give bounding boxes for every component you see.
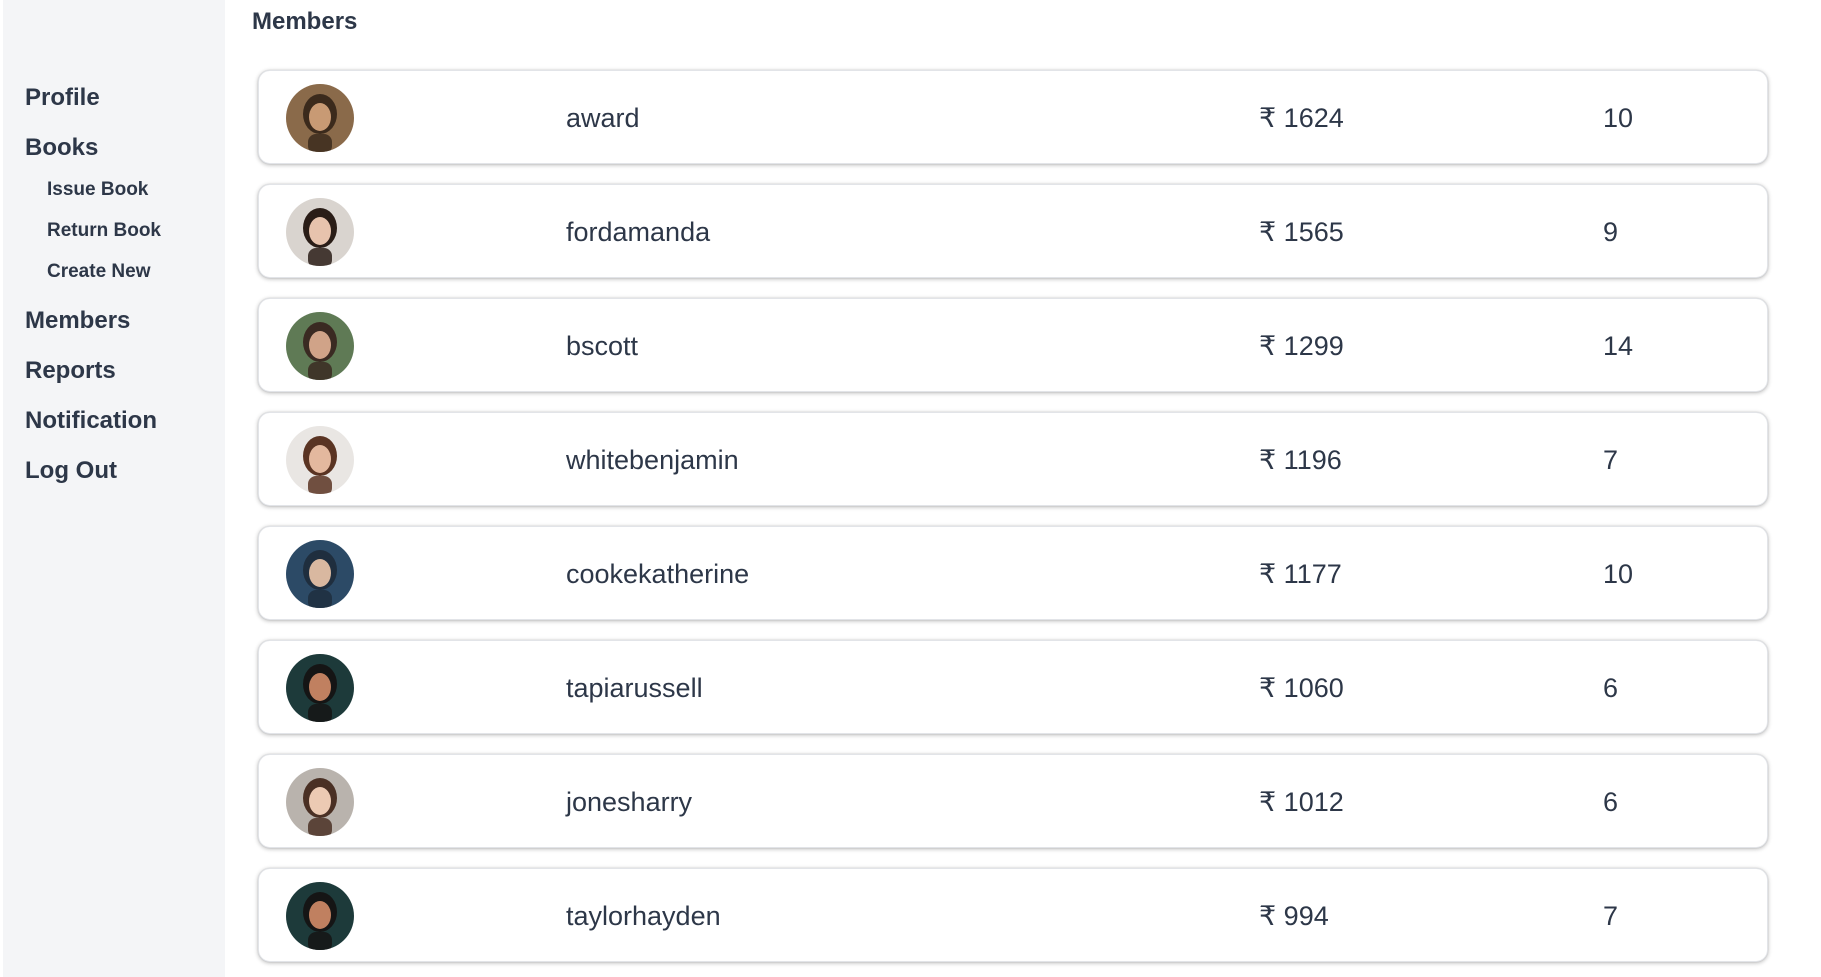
sidebar-item-create-new[interactable]: Create New: [25, 254, 215, 295]
sidebar-item-profile[interactable]: Profile: [25, 80, 215, 130]
member-name: tapiarussell: [566, 673, 703, 703]
member-fine-amount: ₹ 1565: [1259, 217, 1344, 247]
member-book-count: 7: [1603, 901, 1619, 931]
member-fine-amount: ₹ 1196: [1259, 445, 1342, 475]
avatar-woman-curly-hair: [286, 312, 354, 380]
avatar-man-beard: [286, 84, 354, 152]
member-book-count: 10: [1603, 559, 1634, 589]
member-fine-amount: ₹ 1624: [1259, 103, 1344, 133]
sidebar-item-log-out[interactable]: Log Out: [25, 453, 215, 503]
main-content: Members award ₹ 1624 10 fordamanda ₹ 1565 9 bs…: [252, 0, 1782, 977]
member-book-count: 6: [1603, 673, 1619, 703]
member-fine-amount: ₹ 1299: [1259, 331, 1344, 361]
books-submenu: Issue Book Return Book Create New: [25, 172, 215, 295]
sidebar-nav: Profile Books Issue Book Return Book Cre…: [25, 80, 215, 503]
member-name: award: [566, 103, 640, 133]
member-list: award ₹ 1624 10 fordamanda ₹ 1565 9 bscott ₹ 12…: [258, 70, 1768, 977]
member-card[interactable]: cookekatherine ₹ 1177 10: [258, 526, 1768, 620]
sidebar-item-reports[interactable]: Reports: [25, 353, 215, 403]
member-name: whitebenjamin: [566, 445, 739, 475]
avatar-woman-brown-hair: [286, 426, 354, 494]
member-name: bscott: [566, 331, 639, 361]
member-book-count: 6: [1603, 787, 1619, 817]
member-book-count: 10: [1603, 103, 1634, 133]
member-name: cookekatherine: [566, 559, 750, 589]
sidebar: Profile Books Issue Book Return Book Cre…: [3, 0, 225, 977]
page-title: Members: [252, 8, 358, 35]
member-book-count: 7: [1603, 445, 1619, 475]
avatar-man-shaved: [286, 540, 354, 608]
member-fine-amount: ₹ 1060: [1259, 673, 1344, 703]
member-card[interactable]: taylorhayden ₹ 994 7: [258, 868, 1768, 962]
member-fine-amount: ₹ 1012: [1259, 787, 1344, 817]
avatar-man-sunglasses: [286, 654, 354, 722]
member-name: jonesharry: [566, 787, 693, 817]
member-card[interactable]: fordamanda ₹ 1565 9: [258, 184, 1768, 278]
sidebar-item-issue-book[interactable]: Issue Book: [25, 172, 215, 213]
member-fine-amount: ₹ 1177: [1259, 559, 1342, 589]
sidebar-item-members[interactable]: Members: [25, 303, 215, 353]
avatar-woman-dark-hair: [286, 198, 354, 266]
member-card[interactable]: jonesharry ₹ 1012 6: [258, 754, 1768, 848]
avatar-woman-smiling: [286, 768, 354, 836]
member-fine-amount: ₹ 994: [1259, 901, 1329, 931]
sidebar-item-return-book[interactable]: Return Book: [25, 213, 215, 254]
member-name: fordamanda: [566, 217, 711, 247]
sidebar-item-notification[interactable]: Notification: [25, 403, 215, 453]
member-card[interactable]: tapiarussell ₹ 1060 6: [258, 640, 1768, 734]
member-book-count: 9: [1603, 217, 1619, 247]
member-card[interactable]: whitebenjamin ₹ 1196 7: [258, 412, 1768, 506]
member-name: taylorhayden: [566, 901, 721, 931]
member-book-count: 14: [1603, 331, 1634, 361]
member-card[interactable]: award ₹ 1624 10: [258, 70, 1768, 164]
app-window: Profile Books Issue Book Return Book Cre…: [0, 0, 1821, 977]
member-card[interactable]: bscott ₹ 1299 14: [258, 298, 1768, 392]
avatar-man-sunglasses: [286, 882, 354, 950]
